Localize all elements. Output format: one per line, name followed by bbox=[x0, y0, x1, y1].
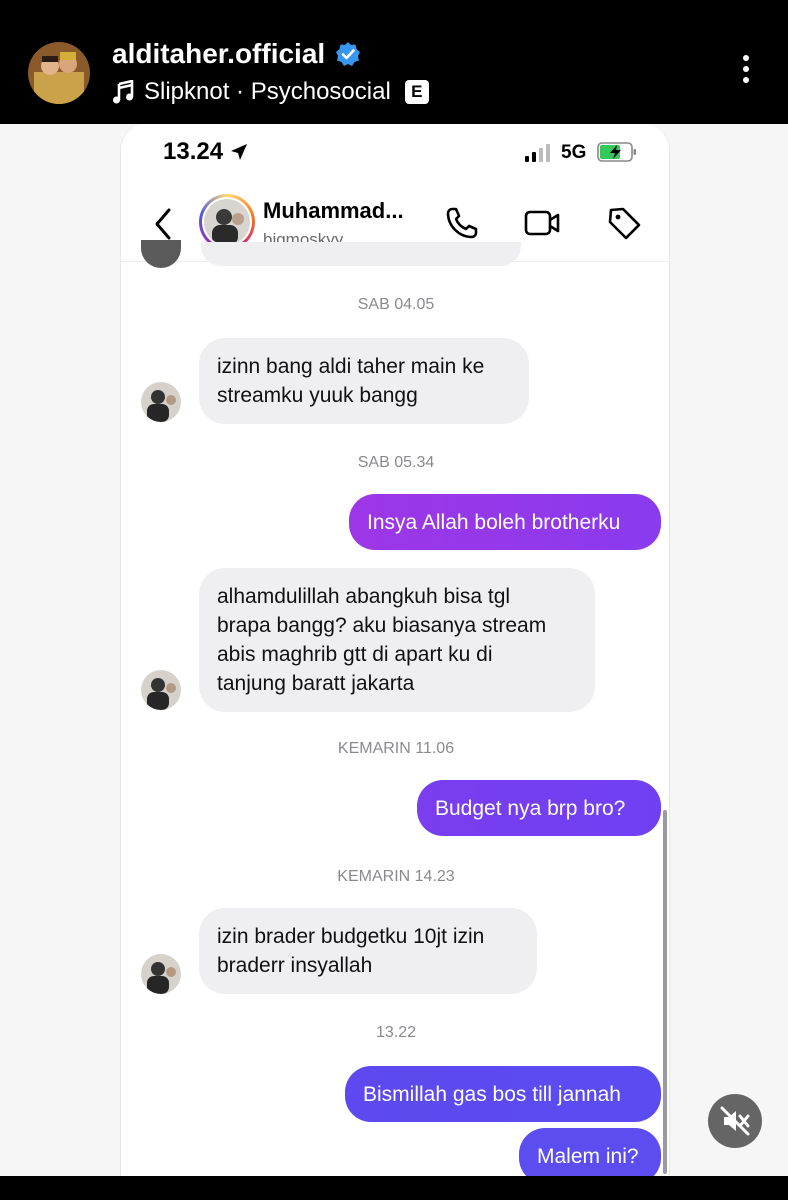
sender-avatar[interactable] bbox=[141, 670, 181, 710]
tag-icon[interactable] bbox=[605, 204, 643, 242]
message-bubble-incoming[interactable]: izinn bang aldi taher main ke streamku y… bbox=[199, 338, 529, 424]
message-thread[interactable]: SAB 04.05 izinn bang aldi taher main ke … bbox=[121, 240, 669, 1176]
location-arrow-icon bbox=[231, 144, 248, 160]
music-track: Slipknot · Psychosocial bbox=[144, 78, 391, 105]
message-text: Insya Allah boleh brotherku bbox=[367, 511, 621, 534]
battery-charging-icon bbox=[597, 142, 636, 162]
scrollbar[interactable] bbox=[663, 810, 667, 1174]
message-line: brapa bangg? aku biasanya stream bbox=[217, 614, 547, 637]
message-bubble-incoming[interactable]: alhamdulillah abangkuh bisa tgl brapa ba… bbox=[199, 568, 595, 712]
message-bubble-outgoing[interactable]: Budget nya brp bro? bbox=[417, 780, 661, 836]
back-arrow-icon[interactable] bbox=[149, 206, 179, 242]
message-line: braderr insyallah bbox=[217, 954, 373, 977]
sender-avatar[interactable] bbox=[141, 954, 181, 994]
mute-button[interactable] bbox=[708, 1094, 762, 1148]
timestamp: KEMARIN 14.23 bbox=[337, 868, 455, 885]
message-bubble-incoming bbox=[201, 242, 521, 266]
message-line: alhamdulillah abangkuh bisa tgl bbox=[217, 585, 511, 608]
status-time: 13.24 bbox=[163, 138, 249, 166]
signal-icon bbox=[525, 144, 550, 162]
timestamp: SAB 04.05 bbox=[357, 296, 435, 313]
phone-call-icon[interactable] bbox=[443, 204, 481, 242]
message-bubble-outgoing[interactable]: Insya Allah boleh brotherku bbox=[349, 494, 661, 550]
message-line: tanjung baratt jakarta bbox=[217, 672, 415, 695]
message-line: streamku yuuk bangg bbox=[217, 384, 418, 407]
message-bubble-outgoing[interactable]: Malem ini? bbox=[519, 1128, 661, 1176]
verified-badge-icon bbox=[336, 42, 361, 66]
music-note-icon bbox=[113, 80, 134, 104]
message-line: izinn bang aldi taher main ke bbox=[217, 355, 485, 378]
message-bubble-incoming[interactable]: izin brader budgetku 10jt izin braderr i… bbox=[199, 908, 537, 994]
timestamp: SAB 05.34 bbox=[357, 454, 435, 471]
sender-avatar[interactable] bbox=[141, 382, 181, 422]
timestamp: KEMARIN 11.06 bbox=[337, 740, 455, 757]
explicit-badge: E bbox=[404, 80, 429, 104]
dm-screenshot: 13.24 5G Muhammad... bigmoskyy SAB 04.05… bbox=[120, 124, 670, 1176]
story-avatar[interactable] bbox=[28, 42, 90, 104]
video-call-icon[interactable] bbox=[523, 204, 561, 242]
story-content: 13.24 5G Muhammad... bigmoskyy SAB 04.05… bbox=[0, 124, 788, 1176]
story-username[interactable]: alditaher.official bbox=[112, 38, 325, 70]
story-music[interactable]: Slipknot · Psychosocial E bbox=[112, 78, 429, 106]
message-bubble-outgoing[interactable]: Bismillah gas bos till jannah bbox=[345, 1066, 661, 1122]
contact-name[interactable]: Muhammad... bbox=[263, 198, 404, 224]
message-text: Bismillah gas bos till jannah bbox=[363, 1083, 621, 1106]
message-line: izin brader budgetku 10jt izin bbox=[217, 925, 485, 948]
more-options-button[interactable] bbox=[733, 55, 759, 91]
bottom-bar bbox=[0, 1176, 788, 1200]
sender-avatar bbox=[141, 240, 181, 268]
network-type: 5G bbox=[561, 142, 587, 163]
message-text: Budget nya brp bro? bbox=[435, 797, 626, 820]
speaker-muted-icon bbox=[720, 1106, 750, 1136]
story-header: alditaher.official Slipknot · Psychosoci… bbox=[0, 0, 788, 124]
message-text: Malem ini? bbox=[537, 1145, 639, 1168]
status-bar: 13.24 5G bbox=[121, 124, 669, 182]
message-line: abis maghrib gtt di apart ku di bbox=[217, 643, 493, 666]
timestamp: 13.22 bbox=[375, 1024, 417, 1041]
